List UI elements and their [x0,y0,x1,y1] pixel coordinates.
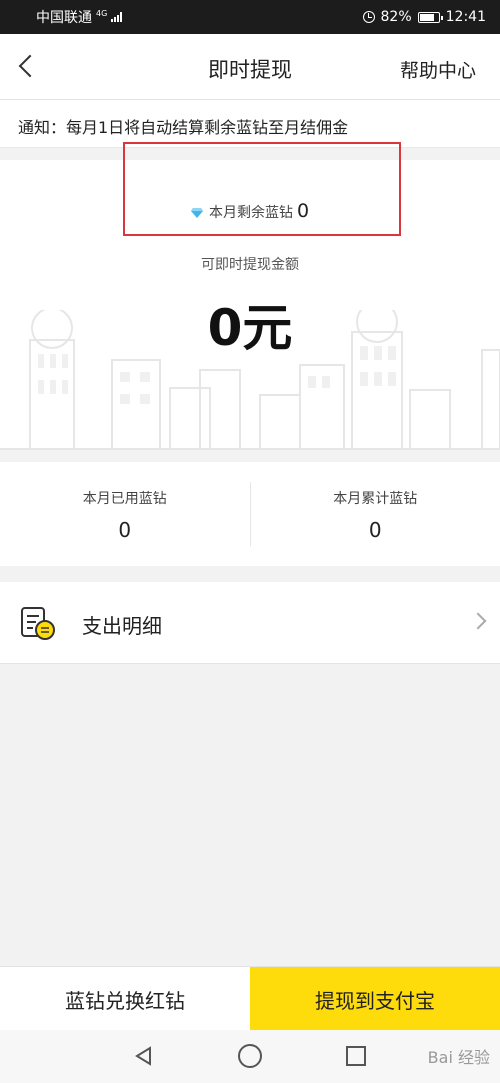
battery-percent: 82% [380,9,412,25]
status-bar: 中国联通 4G 82% 12:41 [0,0,500,34]
notice-banner: 通知：每月1日将自动结算剩余蓝钻至月结佣金 [0,100,500,148]
total-diamonds-stat: 本月累计蓝钻 0 [249,482,500,546]
nav-home-icon[interactable] [238,1044,262,1068]
chevron-right-icon [469,612,487,630]
system-nav-bar: Bai 经验 [0,1030,500,1083]
total-value: 0 [368,518,382,542]
used-label: 本月已用蓝钻 [82,491,167,507]
available-label: 可即时提现金额 [201,257,299,273]
total-label: 本月累计蓝钻 [333,491,418,507]
bottom-action-bar: 蓝钻兑换红钻 提现到支付宝 [0,966,500,1031]
alarm-icon [362,11,375,23]
bill-icon [21,607,55,640]
battery-icon [417,11,443,23]
exchange-diamonds-button[interactable]: 蓝钻兑换红钻 [0,967,250,1031]
back-icon[interactable] [14,52,44,82]
status-left: 中国联通 4G [36,7,123,27]
network-type: 4G [96,9,108,18]
used-value: 0 [118,518,132,542]
status-right: 82% 12:41 [362,9,486,25]
highlight-annotation [123,142,401,236]
withdraw-alipay-button[interactable]: 提现到支付宝 [250,967,500,1031]
expense-detail-row[interactable]: 支出明细 [0,582,500,664]
clock: 12:41 [445,9,486,25]
used-diamonds-stat: 本月已用蓝钻 0 [0,462,250,566]
watermark: Bai 经验 [427,1048,490,1067]
available-amount: 0元 [207,299,293,357]
app-header: 即时提现 帮助中心 [0,34,500,100]
nav-recent-icon[interactable] [346,1046,366,1066]
help-center-link[interactable]: 帮助中心 [400,56,476,83]
expense-detail-label: 支出明细 [82,614,162,638]
signal-icon [111,12,123,22]
monthly-stats: 本月已用蓝钻 0 本月累计蓝钻 0 [0,462,500,566]
nav-back-icon[interactable] [134,1046,154,1066]
carrier-name: 中国联通 [36,10,92,26]
